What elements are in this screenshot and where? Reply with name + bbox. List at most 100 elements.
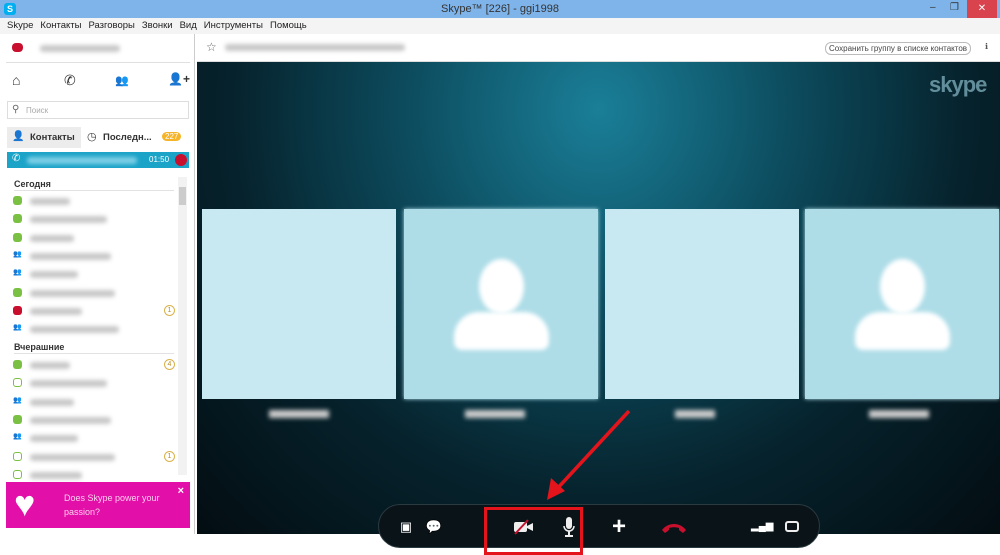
recent-count-badge: 227 xyxy=(162,132,182,141)
call-duration: 01:50 xyxy=(149,155,170,164)
menu-view[interactable]: Вид xyxy=(180,20,197,31)
conversation-title xyxy=(225,44,405,51)
contact-name xyxy=(30,289,115,297)
call-icon: ✆ xyxy=(12,153,21,164)
online-status-icon xyxy=(13,232,22,242)
contact-name xyxy=(30,216,107,224)
contact-name xyxy=(30,453,115,461)
chat-icon[interactable]: 💬 xyxy=(425,513,443,541)
participant-name xyxy=(465,410,525,418)
contact-name xyxy=(30,234,74,242)
group-status-icon: 👥 xyxy=(13,396,22,404)
group-icon[interactable]: 👥 xyxy=(115,74,129,87)
promo-banner[interactable]: ♥ Does Skype power your passion? × xyxy=(6,482,190,528)
contact-row[interactable]: 👥 xyxy=(10,429,175,447)
contact-name xyxy=(30,398,74,406)
participant-tile[interactable] xyxy=(605,209,799,399)
sidebar: ⌂ ✆ 👥 👤+ ⚲ Поиск 👤 Контакты ◷ Последн...… xyxy=(0,34,195,534)
contact-name xyxy=(30,252,111,260)
call-area: ☆ Сохранить группу в списке контактов ℹ … xyxy=(197,34,1000,555)
tab-contacts-label: Контакты xyxy=(30,132,75,143)
profile-name[interactable] xyxy=(40,45,120,52)
contact-row[interactable]: 4 xyxy=(10,356,175,374)
section-yesterday: Вчерашние xyxy=(14,342,65,352)
call-toolbar: ▣ 💬 + ▂▄▆ xyxy=(378,504,820,548)
offline-status-icon xyxy=(13,451,22,461)
offline-status-icon xyxy=(13,469,22,479)
contact-row[interactable] xyxy=(10,229,175,247)
menu-bar: Skype Контакты Разговоры Звонки Вид Инструмен… xyxy=(0,18,1000,34)
contact-name xyxy=(30,435,78,443)
add-participant-button[interactable]: + xyxy=(607,513,631,541)
info-icon[interactable]: ℹ xyxy=(985,42,988,51)
tab-recent-label: Последн... xyxy=(103,132,152,143)
offline-status-icon xyxy=(13,378,22,388)
contact-row[interactable] xyxy=(10,210,175,228)
contact-name xyxy=(30,271,78,279)
participant-tile[interactable] xyxy=(404,209,598,399)
online-status-icon xyxy=(13,214,22,224)
scrollbar[interactable] xyxy=(178,177,187,475)
unread-badge: 4 xyxy=(164,359,175,370)
menu-conversations[interactable]: Разговоры xyxy=(88,20,134,31)
contact-row[interactable] xyxy=(10,374,175,392)
status-icon[interactable] xyxy=(12,43,23,52)
contact-name xyxy=(30,198,70,205)
menu-tools[interactable]: Инструменты xyxy=(204,20,263,31)
avatar-icon xyxy=(880,259,925,314)
highlight-box xyxy=(484,507,583,555)
close-button[interactable]: ✕ xyxy=(967,0,997,18)
search-icon: ⚲ xyxy=(12,104,20,115)
contact-row[interactable]: 👥 xyxy=(10,265,175,283)
unread-badge: 1 xyxy=(164,304,175,316)
hangup-icon xyxy=(662,524,686,533)
participant-tile[interactable] xyxy=(805,209,999,399)
contact-name xyxy=(30,307,82,315)
phone-icon[interactable]: ✆ xyxy=(64,72,76,89)
contact-row[interactable] xyxy=(10,284,175,302)
add-contact-icon[interactable]: 👤+ xyxy=(168,72,190,86)
fullscreen-icon[interactable] xyxy=(783,513,801,541)
contact-row[interactable]: 👥 xyxy=(10,320,175,338)
search-placeholder: Поиск xyxy=(26,106,49,115)
annotation-arrow xyxy=(547,409,631,500)
contact-row[interactable]: 👥 xyxy=(10,247,175,265)
promo-close-button[interactable]: × xyxy=(178,485,184,497)
participant-name xyxy=(269,410,329,418)
contact-row[interactable] xyxy=(10,192,175,210)
clock-icon: ◷ xyxy=(87,131,97,143)
end-call-button[interactable] xyxy=(659,513,689,541)
online-status-icon xyxy=(13,360,22,369)
contact-row[interactable]: 👥 xyxy=(10,393,175,411)
restore-button[interactable]: ❐ xyxy=(950,2,959,13)
star-icon[interactable]: ☆ xyxy=(206,40,217,54)
group-status-icon: 👥 xyxy=(13,269,22,277)
contact-row[interactable]: 1 xyxy=(10,302,175,320)
menu-contacts[interactable]: Контакты xyxy=(40,20,81,31)
avatar-icon xyxy=(479,259,524,314)
contact-row[interactable] xyxy=(10,411,175,429)
share-screen-icon[interactable]: ▣ xyxy=(397,513,415,541)
menu-calls[interactable]: Звонки xyxy=(142,20,173,31)
title-bar: S Skype™ [226] - ggi1998 – ❐ ✕ xyxy=(0,0,1000,18)
participant-tile[interactable] xyxy=(202,209,396,399)
home-icon[interactable]: ⌂ xyxy=(12,72,20,88)
contacts-icon: 👤 xyxy=(12,131,25,142)
video-stage: skype ▣ 💬 + ▂▄▆ xyxy=(197,62,1000,555)
active-call-row[interactable]: ✆ 01:50 xyxy=(7,152,189,168)
hangup-icon[interactable] xyxy=(175,154,187,166)
signal-quality-icon[interactable]: ▂▄▆ xyxy=(751,513,773,541)
contact-name xyxy=(30,380,107,388)
online-status-icon xyxy=(13,196,22,205)
search-input[interactable]: ⚲ Поиск xyxy=(7,101,189,119)
tab-recent[interactable]: ◷ Последн... 227 xyxy=(84,127,190,148)
menu-help[interactable]: Помощь xyxy=(270,20,307,31)
menu-skype[interactable]: Skype xyxy=(7,20,33,31)
contact-row[interactable]: 1 xyxy=(10,448,175,466)
save-group-button[interactable]: Сохранить группу в списке контактов xyxy=(825,42,972,55)
conversation-header: ☆ Сохранить группу в списке контактов ℹ xyxy=(197,34,1000,62)
promo-text: Does Skype power your passion? xyxy=(64,493,160,517)
tab-contacts[interactable]: 👤 Контакты xyxy=(7,127,81,148)
minimize-button[interactable]: – xyxy=(930,2,936,13)
contact-name xyxy=(30,471,82,479)
